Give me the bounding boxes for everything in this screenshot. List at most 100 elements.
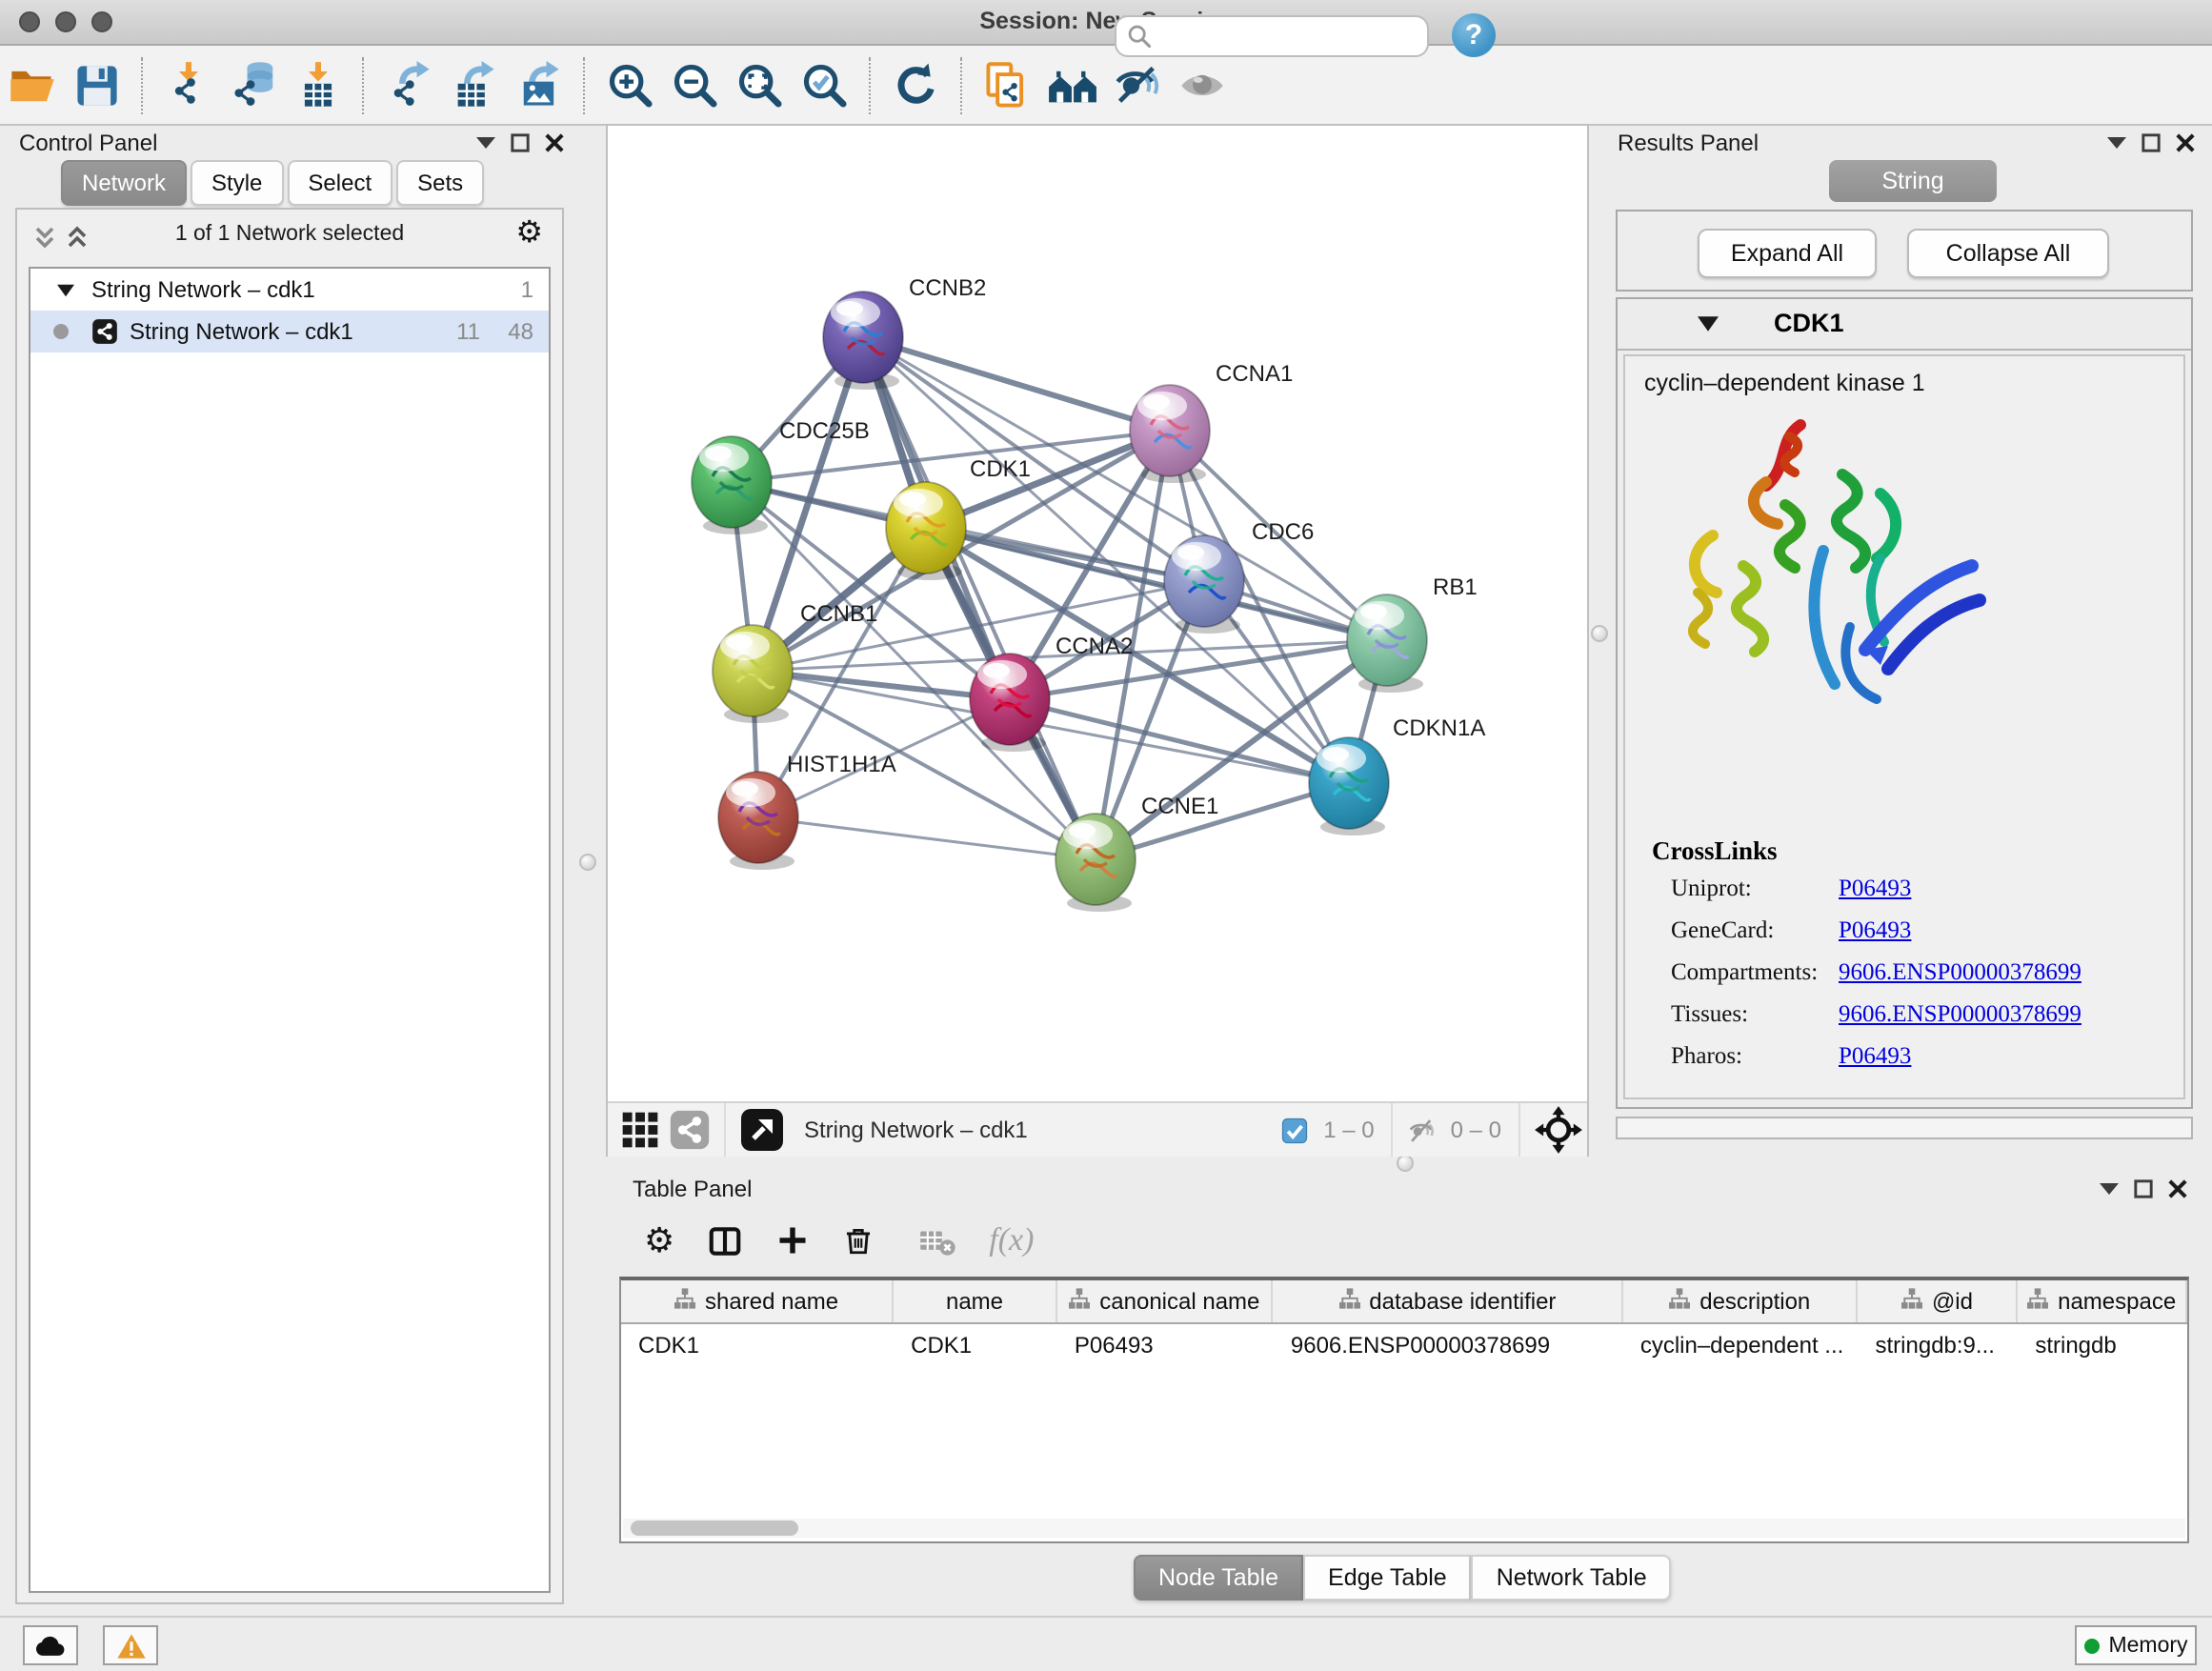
help-button[interactable]: ?: [1452, 13, 1496, 57]
tab-select[interactable]: Select: [287, 160, 392, 206]
node-table[interactable]: shared namenamecanonical namedatabase id…: [619, 1277, 2189, 1543]
node-HIST1H1A[interactable]: HIST1H1A: [718, 752, 896, 870]
table-cell[interactable]: P06493: [1057, 1324, 1274, 1366]
tab-network[interactable]: Network: [61, 160, 187, 206]
column-header-database-identifier[interactable]: database identifier: [1274, 1280, 1623, 1322]
warnings-button[interactable]: [103, 1625, 158, 1665]
tab-network-table[interactable]: Network Table: [1472, 1555, 1672, 1601]
table-cell[interactable]: stringdb: [2018, 1324, 2187, 1366]
results-scrollbar[interactable]: [1616, 1117, 2193, 1139]
node-CCNA1[interactable]: CCNA1: [1130, 361, 1293, 483]
hide-panel-icon[interactable]: [1109, 56, 1166, 113]
table-cell[interactable]: stringdb:9...: [1859, 1324, 2019, 1366]
table-cell[interactable]: cyclin–dependent ...: [1623, 1324, 1859, 1366]
svg-text:HIST1H1A: HIST1H1A: [787, 752, 896, 777]
node-count: 11: [456, 318, 480, 345]
selected-checkbox-icon[interactable]: [1279, 1116, 1308, 1144]
network-canvas[interactable]: CCNB2 CCNA1 CDC25B CDK1: [608, 126, 1587, 1101]
panel-float-icon[interactable]: [2134, 1179, 2153, 1198]
import-network-icon[interactable]: [160, 56, 217, 113]
table-row[interactable]: CDK1CDK1P064939606.ENSP00000378699cyclin…: [621, 1324, 2187, 1366]
node-CCNE1[interactable]: CCNE1: [1056, 794, 1218, 912]
crosslink-value-link[interactable]: 9606.ENSP00000378699: [1839, 958, 2081, 987]
edge-CCNB2-CCNE1[interactable]: [863, 337, 1096, 859]
network-options-gear-icon[interactable]: ⚙: [515, 219, 543, 250]
tree-expand-icon[interactable]: [57, 283, 74, 296]
section-collapse-icon[interactable]: [1698, 316, 1719, 332]
collection-label: String Network – cdk1: [91, 276, 315, 303]
control-panel-tabs: NetworkStyleSelectSets: [61, 160, 484, 202]
network-row[interactable]: String Network – cdk1 11 48: [30, 311, 549, 352]
panel-menu-icon[interactable]: [2107, 135, 2126, 151]
zoom-out-icon[interactable]: [667, 56, 724, 113]
network-label: String Network – cdk1: [130, 318, 353, 345]
expand-all-button[interactable]: Expand All: [1698, 229, 1877, 278]
svg-text:RB1: RB1: [1433, 574, 1478, 600]
column-header-shared-name[interactable]: shared name: [621, 1280, 894, 1322]
edge-HIST1H1A-CCNE1[interactable]: [758, 817, 1096, 859]
zoom-fit-icon[interactable]: [732, 56, 789, 113]
fit-selected-crosshair-icon[interactable]: [1534, 1101, 1583, 1158]
export-image-icon[interactable]: [511, 56, 568, 113]
collapse-all-button[interactable]: Collapse All: [1907, 229, 2109, 278]
crosslink-value-link[interactable]: 9606.ENSP00000378699: [1839, 1000, 2081, 1029]
zoom-selected-icon[interactable]: [796, 56, 854, 113]
create-column-icon[interactable]: [775, 1223, 810, 1258]
open-session-icon[interactable]: [4, 56, 61, 113]
node-CCNB2[interactable]: CCNB2: [823, 275, 986, 390]
edge-CCNB2-CCNA1[interactable]: [863, 337, 1170, 431]
panel-menu-icon[interactable]: [476, 135, 495, 151]
panel-close-icon[interactable]: [2168, 1179, 2187, 1198]
show-panel-icon[interactable]: [1174, 56, 1231, 113]
delete-column-icon[interactable]: [842, 1223, 875, 1258]
export-network-icon[interactable]: [381, 56, 438, 113]
right-splitter-handle[interactable]: [1591, 625, 1608, 642]
crosslink-value-link[interactable]: P06493: [1839, 916, 1911, 945]
zoom-in-icon[interactable]: [602, 56, 659, 113]
home-icon[interactable]: [1044, 56, 1101, 113]
hidden-eye-icon: [1407, 1116, 1439, 1144]
panel-float-icon[interactable]: [2142, 133, 2161, 152]
network-collection-row[interactable]: String Network – cdk1 1: [30, 269, 549, 311]
column-header--id[interactable]: @id: [1859, 1280, 2019, 1322]
table-cell[interactable]: CDK1: [621, 1324, 894, 1366]
column-header-namespace[interactable]: namespace: [2018, 1280, 2187, 1322]
clone-network-icon[interactable]: [979, 56, 1036, 113]
import-database-icon[interactable]: [225, 56, 282, 113]
node-section-header[interactable]: CDK1: [1618, 299, 2191, 351]
save-session-icon[interactable]: [69, 56, 126, 113]
refresh-icon[interactable]: [888, 56, 945, 113]
column-header-description[interactable]: description: [1623, 1280, 1859, 1322]
panel-close-icon[interactable]: [545, 133, 564, 152]
open-in-window-icon[interactable]: [739, 1101, 785, 1158]
node-RB1[interactable]: RB1: [1347, 574, 1478, 693]
memory-button[interactable]: Memory: [2075, 1625, 2197, 1665]
cloud-button[interactable]: [23, 1625, 78, 1665]
table-cell[interactable]: 9606.ENSP00000378699: [1274, 1324, 1623, 1366]
table-options-gear-icon[interactable]: ⚙: [644, 1223, 674, 1258]
column-header-canonical-name[interactable]: canonical name: [1057, 1280, 1274, 1322]
panel-menu-icon[interactable]: [2100, 1181, 2119, 1197]
export-table-icon[interactable]: [446, 56, 503, 113]
birdseye-view-icon[interactable]: [619, 1101, 661, 1158]
tab-sets[interactable]: Sets: [396, 160, 484, 206]
crosslink-value-link[interactable]: P06493: [1839, 875, 1911, 903]
column-header-name[interactable]: name: [894, 1280, 1057, 1322]
panel-float-icon[interactable]: [511, 133, 530, 152]
string-panel-toggle-icon[interactable]: [669, 1101, 711, 1158]
table-hscrollbar[interactable]: [623, 1519, 2185, 1538]
left-splitter-handle[interactable]: [579, 854, 596, 871]
panel-close-icon[interactable]: [2176, 133, 2195, 152]
tab-node-table[interactable]: Node Table: [1134, 1555, 1303, 1601]
table-cell[interactable]: CDK1: [894, 1324, 1057, 1366]
table-hscrollbar-thumb[interactable]: [631, 1520, 798, 1536]
show-columns-icon[interactable]: [707, 1222, 743, 1258]
tab-style[interactable]: Style: [191, 160, 283, 206]
tab-edge-table[interactable]: Edge Table: [1303, 1555, 1472, 1601]
network-current-dot-icon: [53, 324, 69, 339]
search-input[interactable]: [1115, 15, 1429, 57]
crosslink-value-link[interactable]: P06493: [1839, 1042, 1911, 1071]
tab-string[interactable]: String: [1829, 160, 1997, 202]
node-CDKN1A[interactable]: CDKN1A: [1309, 715, 1485, 836]
import-table-icon[interactable]: [290, 56, 347, 113]
